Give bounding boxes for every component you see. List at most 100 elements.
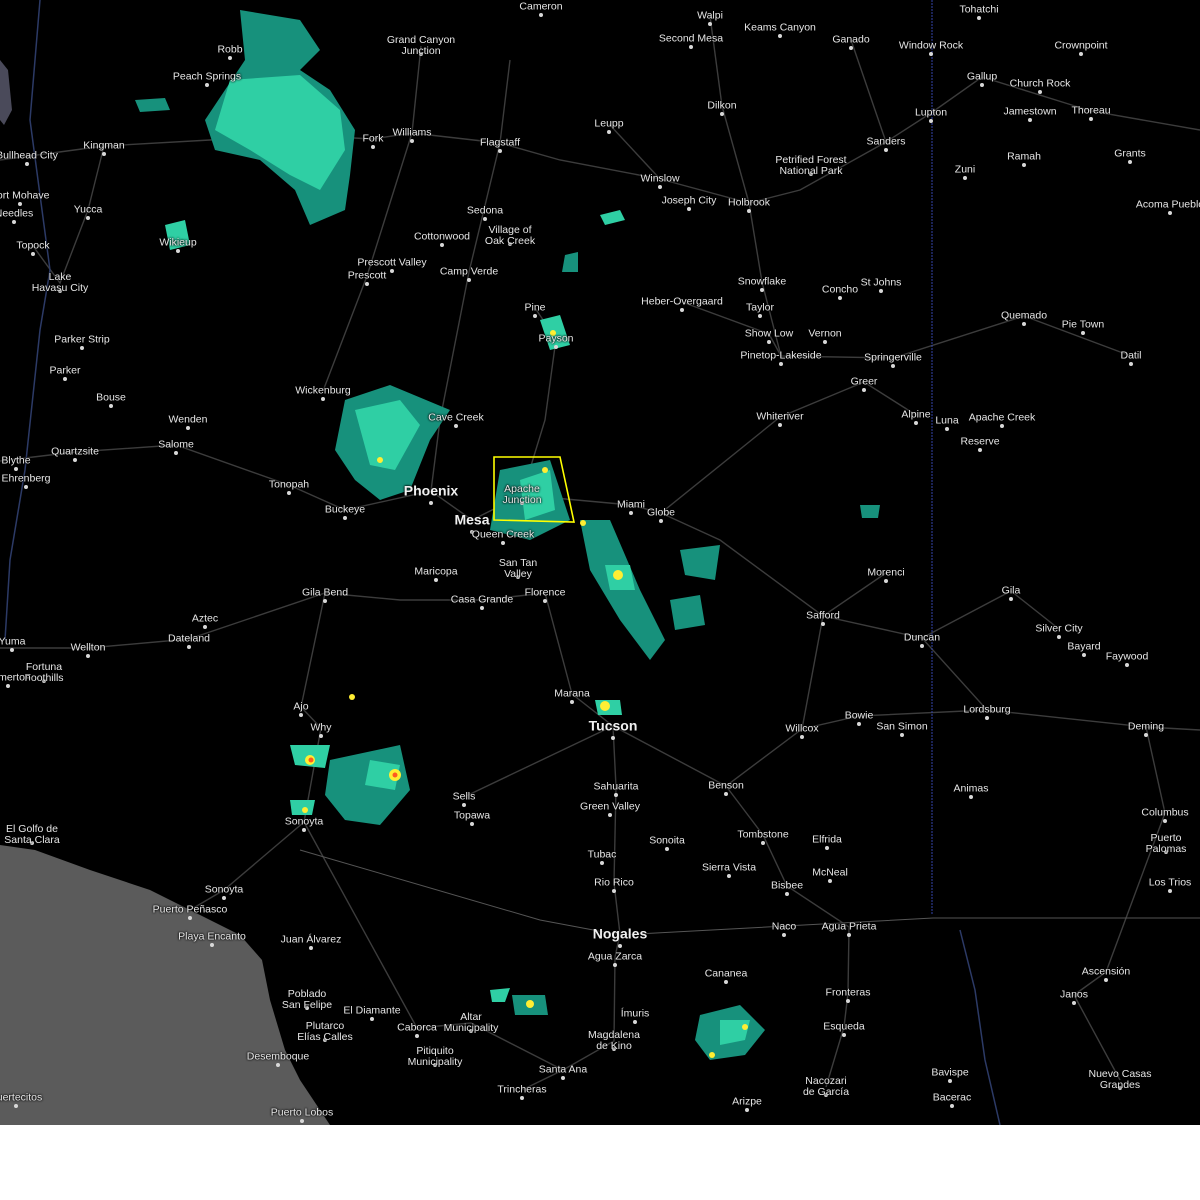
place-label: Datil: [1120, 349, 1142, 362]
place-label: Prescott Valley: [357, 256, 427, 269]
place-label: Morenci: [867, 566, 905, 579]
place-label: Fronteras: [825, 986, 871, 999]
place-marker: [633, 1020, 637, 1024]
place-label: Reserve: [960, 435, 1000, 448]
place-label: Buckeye: [324, 503, 366, 516]
place-marker: [309, 946, 313, 950]
place-label: Alpine: [901, 408, 931, 421]
place-marker: [1057, 635, 1061, 639]
place-label: Tubac: [587, 848, 617, 861]
place-marker: [618, 944, 622, 948]
place-marker: [1022, 163, 1026, 167]
place-marker: [800, 735, 804, 739]
place-marker: [1168, 211, 1172, 215]
place-label: Bouse: [96, 391, 126, 404]
place-marker: [498, 149, 502, 153]
place-label: Yucca: [73, 203, 103, 216]
place-label: Apache Junction: [502, 483, 542, 506]
place-label: Marana: [554, 687, 590, 700]
place-marker: [299, 713, 303, 717]
place-label: Esqueda: [823, 1020, 865, 1033]
place-label: Salome: [158, 438, 194, 451]
place-marker: [782, 933, 786, 937]
place-marker: [205, 83, 209, 87]
place-label: Crownpoint: [1054, 39, 1108, 52]
place-label: Elfrida: [812, 833, 842, 846]
place-label: San Tan Valley: [498, 557, 538, 580]
place-marker: [533, 314, 537, 318]
place-label: Kingman: [83, 139, 125, 152]
place-label: Aztec: [191, 612, 219, 625]
place-marker: [1079, 52, 1083, 56]
place-marker: [1072, 1001, 1076, 1005]
place-marker: [1128, 160, 1132, 164]
place-label: Desemboque: [246, 1050, 310, 1063]
place-marker: [823, 340, 827, 344]
place-marker: [745, 1108, 749, 1112]
place-label: Quemado: [1000, 309, 1048, 322]
place-marker: [520, 1096, 524, 1100]
place-label: Ímuris: [620, 1007, 650, 1020]
place-label: Bayard: [1067, 640, 1101, 653]
place-marker: [365, 282, 369, 286]
place-label: Duncan: [903, 631, 941, 644]
place-label: Wickenburg: [295, 384, 351, 397]
place-marker: [174, 451, 178, 455]
place-marker: [857, 722, 861, 726]
place-label: Puerto Palomas: [1145, 832, 1187, 855]
place-label: Snowflake: [737, 275, 787, 288]
place-marker: [614, 793, 618, 797]
place-marker: [689, 45, 693, 49]
place-label: Blythe: [1, 454, 31, 467]
footer-area: [0, 1125, 1200, 1200]
place-marker: [501, 541, 505, 545]
place-label: Deming: [1127, 720, 1165, 733]
place-marker: [724, 980, 728, 984]
place-marker: [467, 278, 471, 282]
place-label: San Simon: [876, 720, 928, 733]
place-label: Bullhead City: [0, 149, 58, 162]
place-marker: [10, 648, 14, 652]
place-marker: [321, 397, 325, 401]
place-label: Prescott: [347, 269, 387, 282]
place-label: Zuni: [954, 163, 976, 176]
place-label: Sierra Vista: [701, 861, 757, 874]
place-marker: [176, 249, 180, 253]
place-label: Vernon: [808, 327, 842, 340]
place-marker: [785, 892, 789, 896]
place-marker: [370, 1017, 374, 1021]
place-marker: [1028, 118, 1032, 122]
place-label: Thoreau: [1071, 104, 1111, 117]
place-marker: [1081, 331, 1085, 335]
place-marker: [969, 795, 973, 799]
place-marker: [680, 308, 684, 312]
place-marker: [761, 841, 765, 845]
radar-map[interactable]: Cameron Tohatchi Walpi Keams Canyon Grand Ca…: [0, 0, 1200, 1125]
place-marker: [390, 269, 394, 273]
place-label: Green Valley: [580, 800, 640, 813]
place-label: Magdalena de Kino: [588, 1029, 640, 1052]
place-marker: [767, 340, 771, 344]
place-marker: [846, 999, 850, 1003]
place-marker: [849, 46, 853, 50]
place-label: Pitiquito Municipality: [407, 1045, 463, 1068]
place-label: Bavispe: [931, 1066, 969, 1079]
place-marker: [1129, 362, 1133, 366]
place-label: Cave Creek: [428, 411, 484, 424]
place-label: Trincheras: [497, 1083, 547, 1096]
place-marker: [86, 216, 90, 220]
place-marker: [950, 1104, 954, 1108]
place-label: Quartzsite: [51, 445, 99, 458]
place-marker: [410, 139, 414, 143]
place-label: Grand Canyon Junction: [386, 34, 456, 57]
place-label: Sonoita: [649, 834, 685, 847]
place-marker: [343, 516, 347, 520]
place-marker: [1082, 653, 1086, 657]
place-marker: [963, 176, 967, 180]
place-label: Flagstaff: [479, 136, 521, 149]
place-label: Robb: [217, 43, 243, 56]
place-label: Sonoyta: [204, 883, 244, 896]
place-marker: [6, 684, 10, 688]
place-label: Sanders: [866, 135, 906, 148]
place-label: Puertecitos: [0, 1091, 43, 1104]
